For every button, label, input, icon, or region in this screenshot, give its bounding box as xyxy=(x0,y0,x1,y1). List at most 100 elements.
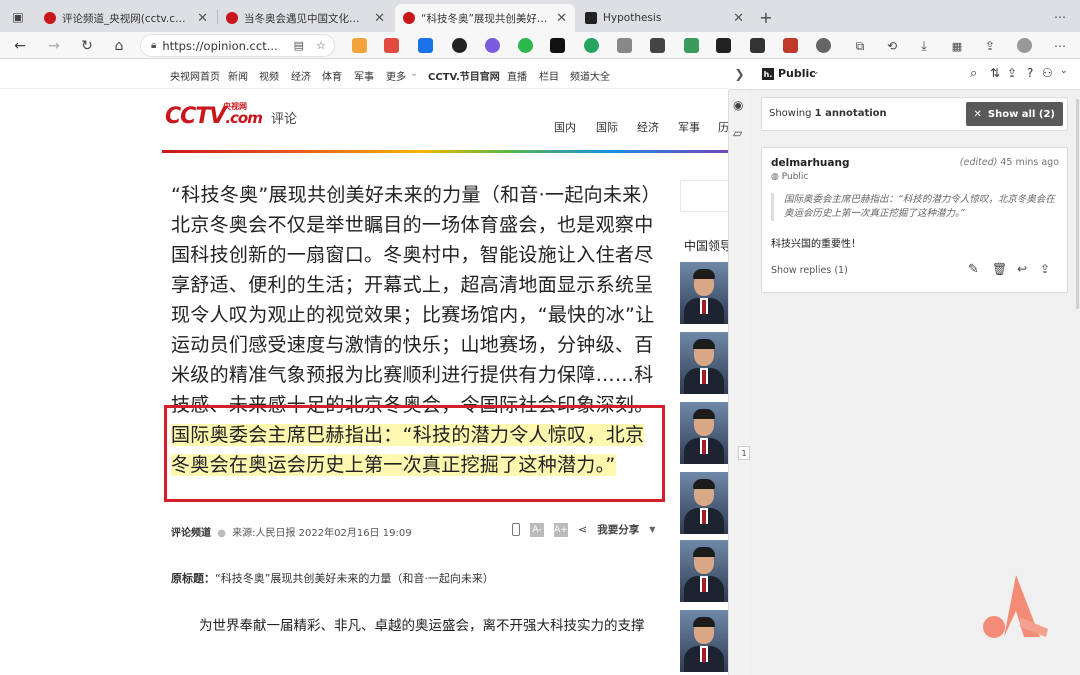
close-icon[interactable]: ✕ xyxy=(733,11,744,26)
header-divider xyxy=(162,150,738,153)
nav-link[interactable]: 军事 xyxy=(354,68,374,83)
more-icon[interactable]: ⋯ xyxy=(1050,36,1070,56)
show-replies-link[interactable]: Show replies (1) xyxy=(771,265,848,276)
tab-2[interactable]: 当冬奥会遇见中国文化（人民时... ✕ xyxy=(218,4,393,32)
delete-icon[interactable]: 🗑︎ xyxy=(992,262,1007,276)
extension-icon[interactable] xyxy=(418,38,433,53)
edited-label: (edited) xyxy=(959,157,998,168)
extension-icon[interactable] xyxy=(485,38,500,53)
eye-icon[interactable]: ◉ xyxy=(733,98,743,112)
profile-avatar-icon[interactable] xyxy=(1017,38,1032,53)
forward-icon[interactable]: → xyxy=(44,36,64,56)
reader-icon[interactable]: ▤ xyxy=(294,39,304,52)
nav-link[interactable]: 视频 xyxy=(259,68,279,83)
nav-link[interactable]: 频道大全 xyxy=(570,68,610,83)
history-icon[interactable]: ⟲ xyxy=(882,36,902,56)
annotation-card[interactable]: delmarhuang (edited) 45 mins ago ◍ Publi… xyxy=(761,147,1068,293)
extension-icon[interactable] xyxy=(518,38,533,53)
reload-icon[interactable]: ↻ xyxy=(77,36,97,56)
leader-photo[interactable] xyxy=(680,610,728,672)
home-icon[interactable]: ⌂ xyxy=(109,36,129,56)
search-icon[interactable]: ⌕ xyxy=(970,66,977,81)
help-icon[interactable]: ? xyxy=(1027,66,1033,80)
tab-4[interactable]: Hypothesis ✕ xyxy=(577,4,752,32)
nav-link[interactable]: 栏目 xyxy=(539,68,559,83)
tab-title: Hypothesis xyxy=(603,12,662,24)
site-logo[interactable]: CCTV.com 央视网 评论 xyxy=(165,102,297,129)
more-icon[interactable]: ⋯ xyxy=(1050,7,1070,27)
show-all-label: Show all (2) xyxy=(987,108,1055,120)
nav-link[interactable]: 直播 xyxy=(507,68,527,83)
lock-icon: 🔒︎ xyxy=(151,40,157,51)
share-button[interactable]: 我要分享 xyxy=(597,522,639,537)
favorite-icon[interactable]: ☆ xyxy=(316,39,326,52)
chevron-down-icon: ⌄ xyxy=(812,67,820,77)
close-icon[interactable]: ✕ xyxy=(556,11,567,26)
mobile-icon[interactable] xyxy=(512,523,520,536)
category-link[interactable]: 经济 xyxy=(637,119,659,135)
watermark-logo-icon xyxy=(983,575,1048,638)
annotation-author[interactable]: delmarhuang xyxy=(771,157,849,169)
group-selector[interactable]: Public xyxy=(778,67,816,80)
reply-icon[interactable]: ↩ xyxy=(1017,262,1027,276)
extension-icon[interactable] xyxy=(617,38,632,53)
extension-icon[interactable] xyxy=(550,38,565,53)
edit-icon[interactable]: ✎ xyxy=(968,262,979,277)
close-icon[interactable]: ✕ xyxy=(374,11,385,26)
category-link[interactable]: 国内 xyxy=(554,119,576,135)
leader-photo[interactable] xyxy=(680,262,728,324)
sort-icon[interactable]: ⇅ xyxy=(990,66,1000,80)
hypothesis-extension-icon[interactable] xyxy=(716,38,731,53)
collapse-sidebar-button[interactable]: ❯ xyxy=(729,59,750,90)
show-all-button[interactable]: ✕ Show all (2) xyxy=(965,102,1063,126)
split-screen-icon[interactable]: ⧉ xyxy=(850,36,870,56)
original-title-text: “科技冬奥”展现共创美好未来的力量（和音·一起向未来） xyxy=(215,572,494,585)
site-nav: 央视网首页 新闻 视频 经济 体育 军事 更多 ⌄ CCTV.节目官网 直播 栏… xyxy=(0,59,738,89)
leader-photo[interactable] xyxy=(680,332,728,394)
nav-link[interactable]: 新闻 xyxy=(228,68,248,83)
tab-1[interactable]: 评论频道_央视网(cctv.com) ✕ xyxy=(36,4,216,32)
url-field[interactable]: 🔒︎ https://opinion.cct... ▤ ☆ xyxy=(140,34,335,57)
share-icon[interactable]: ⋖ xyxy=(578,523,587,536)
share-icon[interactable]: ⇪ xyxy=(980,36,1000,56)
puzzle-icon[interactable] xyxy=(816,38,831,53)
nav-link[interactable]: 更多 xyxy=(386,68,406,83)
category-link[interactable]: 军事 xyxy=(678,119,700,135)
scrollbar[interactable] xyxy=(1076,99,1079,309)
extension-icon[interactable] xyxy=(650,38,665,53)
original-title-label: 原标题： xyxy=(171,572,215,585)
chevron-down-icon: ⌄ xyxy=(410,68,419,79)
extension-icon[interactable] xyxy=(684,38,699,53)
extension-icon[interactable] xyxy=(452,38,467,53)
leader-photo[interactable] xyxy=(680,540,728,602)
extension-icon[interactable] xyxy=(352,38,367,53)
annotation-time[interactable]: 45 mins ago xyxy=(1000,157,1059,168)
share-icon[interactable]: ⇪ xyxy=(1040,262,1050,276)
section-title: 评论 xyxy=(270,112,297,127)
nav-link[interactable]: 体育 xyxy=(322,68,342,83)
collections-icon[interactable]: ▦ xyxy=(947,36,967,56)
font-increase-button[interactable]: A+ xyxy=(554,522,568,537)
extension-icon[interactable] xyxy=(384,38,399,53)
back-icon[interactable]: ← xyxy=(10,36,30,56)
download-icon[interactable]: ⤓ xyxy=(914,36,934,56)
nav-link[interactable]: 经济 xyxy=(291,68,311,83)
user-icon[interactable]: ⚇ xyxy=(1042,66,1053,80)
category-link[interactable]: 国际 xyxy=(596,119,618,135)
extension-icon[interactable] xyxy=(783,38,798,53)
annotate-icon[interactable]: ▱ xyxy=(733,126,742,140)
annotation-count-bucket[interactable]: 1 xyxy=(738,446,750,460)
leader-photo[interactable] xyxy=(680,472,728,534)
extension-icon[interactable] xyxy=(750,38,765,53)
extension-icon[interactable] xyxy=(584,38,599,53)
nav-link[interactable]: 央视网首页 xyxy=(170,68,220,83)
nav-link[interactable]: CCTV.节目官网 xyxy=(428,68,500,83)
font-decrease-button[interactable]: A- xyxy=(530,522,544,537)
share-icon[interactable]: ⇪ xyxy=(1007,66,1017,80)
new-tab-icon[interactable]: + xyxy=(756,7,776,27)
close-icon[interactable]: ✕ xyxy=(197,11,208,26)
tab-3-active[interactable]: “科技冬奥”展现共创美好未来的... ✕ xyxy=(395,4,575,32)
channel-link[interactable]: 评论频道 xyxy=(171,528,211,539)
leader-photo[interactable] xyxy=(680,402,728,464)
sidebar-toggle-icon[interactable]: ▣ xyxy=(8,7,28,27)
